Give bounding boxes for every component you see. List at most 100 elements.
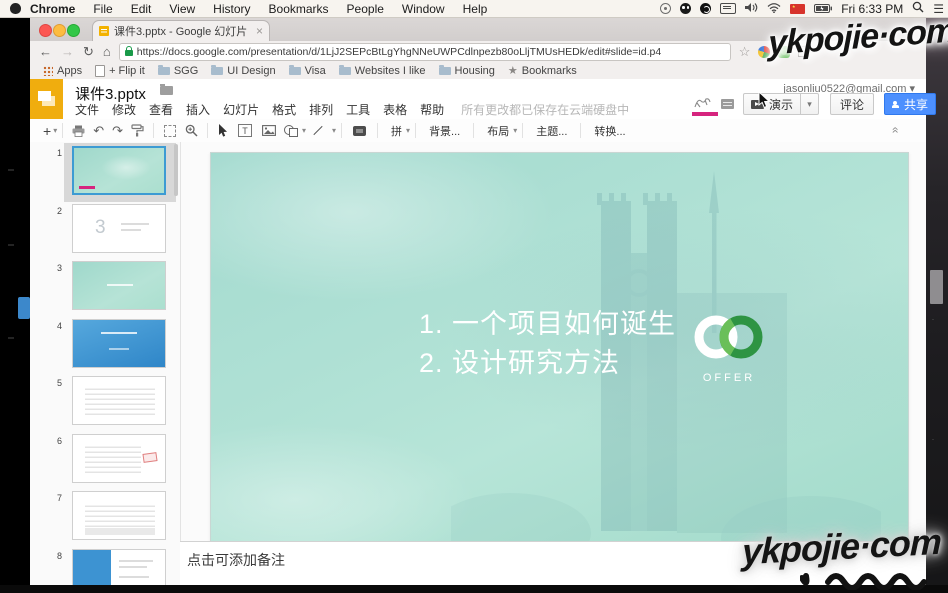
menu-insert[interactable]: 插入: [186, 101, 210, 118]
paint-format-button[interactable]: [131, 122, 144, 140]
new-slide-caret[interactable]: ▾: [53, 126, 57, 135]
bookmark-folder-websites[interactable]: Websites I like: [339, 65, 426, 77]
gray-screen-icon[interactable]: [721, 99, 734, 109]
dark-app-icon[interactable]: [700, 3, 711, 14]
input-language-flag-icon[interactable]: [790, 4, 805, 14]
layout-caret[interactable]: ▾: [513, 126, 517, 135]
doodle-icon[interactable]: [693, 95, 713, 111]
select-tool-button[interactable]: [218, 122, 228, 140]
filmstrip-scrollbar[interactable]: [174, 144, 178, 196]
undo-button[interactable]: ↶: [93, 122, 104, 140]
back-button[interactable]: ←: [39, 44, 52, 59]
line-caret[interactable]: ▾: [332, 126, 336, 135]
menu-format[interactable]: 格式: [272, 101, 296, 118]
transition-button[interactable]: 转换...: [586, 122, 633, 140]
address-bar[interactable]: https://docs.google.com/presentation/d/1…: [119, 43, 731, 61]
menu-file[interactable]: 文件: [75, 101, 99, 118]
thumbnail-slide-2[interactable]: 3: [72, 204, 166, 253]
notes-placeholder[interactable]: 点击可添加备注: [187, 550, 285, 570]
redo-button[interactable]: ↷: [112, 122, 123, 140]
spell-caret[interactable]: ▾: [406, 126, 410, 135]
keyboard-icon[interactable]: [720, 3, 736, 14]
background-button[interactable]: 背景...: [421, 122, 468, 140]
comments-button[interactable]: 评论: [830, 93, 874, 115]
apple-icon[interactable]: [10, 3, 21, 14]
insert-line-button[interactable]: [313, 126, 322, 135]
menu-arrange[interactable]: 排列: [309, 101, 333, 118]
window-zoom-button[interactable]: [67, 24, 80, 37]
insert-image-button[interactable]: [262, 122, 276, 140]
zoom-fit-button[interactable]: [164, 125, 176, 137]
menu-table[interactable]: 表格: [383, 101, 407, 118]
bookmark-folder-visa[interactable]: Visa: [289, 65, 326, 77]
slide-number: 1: [36, 148, 62, 158]
offer-logo[interactable]: OFFER: [679, 311, 779, 384]
shape-caret[interactable]: ▾: [302, 126, 306, 135]
present-button[interactable]: 演示: [743, 93, 801, 115]
https-lock-icon: [125, 50, 133, 56]
menu-view[interactable]: 查看: [149, 101, 173, 118]
menubar-item-window[interactable]: Window: [393, 2, 454, 16]
share-button[interactable]: 共享: [884, 93, 936, 115]
home-button[interactable]: ⌂: [103, 44, 111, 59]
zoom-button[interactable]: [185, 122, 198, 140]
thumbnail-slide-3[interactable]: [72, 261, 166, 310]
status-swirl-icon[interactable]: [660, 3, 671, 14]
print-button[interactable]: [72, 122, 85, 140]
thumbnail-slide-1[interactable]: [72, 146, 166, 195]
spell-tool-button[interactable]: 拼: [383, 122, 404, 140]
thumbnail-slide-8[interactable]: [72, 549, 166, 586]
layout-button[interactable]: 布局: [479, 122, 511, 140]
bookmark-folder-sgg[interactable]: SGG: [158, 65, 198, 77]
forward-button[interactable]: →: [61, 44, 74, 59]
bookmark-folder-ui-design[interactable]: UI Design: [211, 65, 275, 77]
thumbnail-slide-4[interactable]: [72, 319, 166, 368]
volume-icon[interactable]: [745, 2, 758, 16]
bookmark-star-icon[interactable]: ☆: [739, 44, 751, 60]
bookmark-apps[interactable]: Apps: [43, 65, 82, 77]
text-box-button[interactable]: T: [238, 124, 252, 137]
url-text[interactable]: https://docs.google.com/presentation/d/1…: [137, 46, 661, 58]
menubar-item-chrome[interactable]: Chrome: [21, 2, 84, 16]
menubar-item-bookmarks[interactable]: Bookmarks: [260, 2, 338, 16]
folder-icon: [289, 67, 301, 75]
menubar-item-people[interactable]: People: [338, 2, 393, 16]
bookmark-folder-housing[interactable]: Housing: [439, 65, 495, 77]
thumbnail-slide-6[interactable]: [72, 434, 166, 483]
thumbnail-slide-7[interactable]: [72, 491, 166, 540]
menu-edit[interactable]: 修改: [112, 101, 136, 118]
browser-tab[interactable]: 课件3.pptx - Google 幻灯片 ×: [92, 20, 270, 41]
battery-icon: [814, 2, 832, 16]
menubar-item-history[interactable]: History: [204, 2, 259, 16]
wifi-icon[interactable]: [767, 2, 781, 16]
menubar-item-view[interactable]: View: [160, 2, 204, 16]
window-close-button[interactable]: [39, 24, 52, 37]
menubar-item-help[interactable]: Help: [454, 2, 497, 16]
slide-canvas[interactable]: 1. 一个项目如何诞生 2. 设计研究方法 OFFER: [181, 142, 926, 586]
panda-app-icon[interactable]: [680, 3, 691, 14]
insert-shape-button[interactable]: [284, 125, 297, 136]
slides-header: 课件3.pptx 文件 修改 查看 插入 幻灯片 格式 排列 工具 表格 帮助 …: [30, 79, 926, 119]
bookmark-flip-it[interactable]: + Flip it: [95, 65, 145, 77]
menu-slide[interactable]: 幻灯片: [223, 101, 259, 118]
tab-close-icon[interactable]: ×: [256, 24, 263, 38]
desktop-file-icon[interactable]: [18, 297, 30, 319]
menubar-item-edit[interactable]: Edit: [122, 2, 161, 16]
folder-icon: [211, 67, 223, 75]
menu-tools[interactable]: 工具: [346, 101, 370, 118]
window-minimize-button[interactable]: [53, 24, 66, 37]
thumbnail-slide-5[interactable]: [72, 376, 166, 425]
desktop-label: ⋯: [8, 335, 14, 342]
menubar-item-file[interactable]: File: [84, 2, 121, 16]
new-slide-button[interactable]: +: [43, 122, 51, 140]
collapse-toolbar-icon[interactable]: »: [888, 127, 902, 134]
slide-title-text[interactable]: 1. 一个项目如何诞生 2. 设计研究方法: [419, 305, 676, 383]
current-slide[interactable]: 1. 一个项目如何诞生 2. 设计研究方法 OFFER: [210, 152, 909, 548]
macos-menubar: Chrome File Edit View History Bookmarks …: [0, 0, 948, 18]
present-options-caret[interactable]: ▾: [801, 93, 819, 115]
bookmark-other[interactable]: ★Bookmarks: [508, 64, 577, 77]
menu-help[interactable]: 帮助: [420, 101, 444, 118]
theme-button[interactable]: 主题...: [528, 122, 575, 140]
reload-button[interactable]: ↻: [83, 44, 94, 60]
insert-comment-button[interactable]: [353, 126, 366, 136]
